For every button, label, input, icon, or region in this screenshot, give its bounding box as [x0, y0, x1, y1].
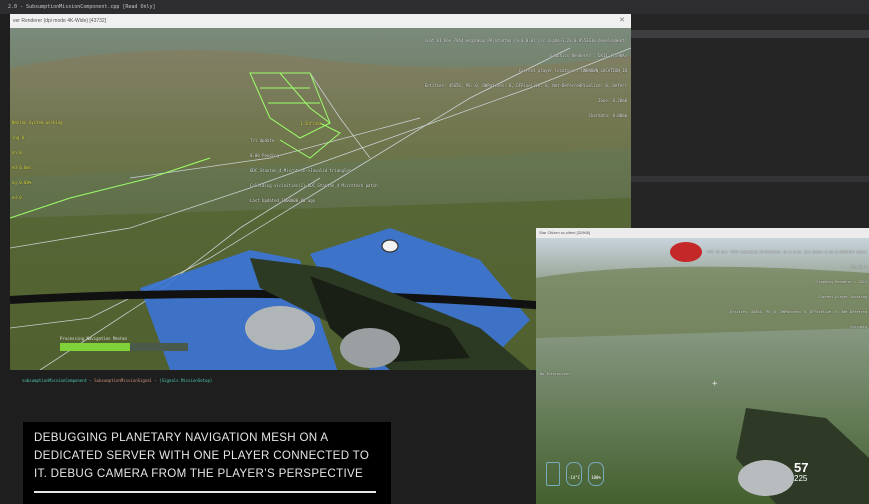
hud-line: Current player location : UNKNOWN_LOCATI… — [518, 68, 627, 73]
hud-line: Cont AI Dev 7VA4 enginmap PU(Stanton (9.… — [424, 38, 627, 43]
hud-line: Graphics Renderer : DX11 (7598A) — [549, 53, 627, 58]
hud-line: ODC_Stanton_4_Microtech->Invalid triangl… — [250, 168, 352, 173]
code-token-signal: SubsumptionMissionSignal — [94, 378, 153, 383]
hud-line: Zone: 0.20mb — [598, 98, 627, 103]
close-icon[interactable]: ✕ — [619, 14, 625, 28]
navmesh-progress: Processing Navigation Meshes — [60, 336, 188, 351]
hud-line: FPS 36.8 — [850, 265, 867, 269]
hud-line: ed 0.0ms — [12, 165, 32, 170]
ammo-count: 57 — [794, 460, 809, 475]
hud-line: nn 0 — [12, 150, 22, 155]
progress-label: Processing Navigation Meshes — [60, 336, 128, 341]
server-hud-stats: Cont AI Dev 7VA4 enginmap PU(Stanton (9.… — [425, 28, 627, 128]
game-client-window[interactable]: Star Citizen sc-client [32968] + PTS 42-… — [536, 228, 869, 504]
progress-track — [60, 343, 188, 351]
navigation-status: Nation System working ing 0 nn 0 ed 0.0m… — [12, 110, 63, 210]
progress-fill — [60, 343, 131, 351]
code-token-arg: (Signals.MissionSetup) — [159, 378, 213, 383]
server-window-title: ver Renderer (dpi mode 4K-Wide) [43732] — [13, 18, 107, 24]
player-status-bar: -14°C 100% — [546, 462, 604, 486]
caption-rule — [34, 491, 376, 493]
hud-line: Chardata: 0.00mb — [588, 113, 627, 118]
player-status-icon — [546, 462, 560, 486]
temperature-value: -14°C — [567, 475, 581, 480]
client-window-title-bar[interactable]: Star Citizen sc-client [32968] — [536, 228, 869, 238]
oxygen-icon: -14°C — [566, 462, 582, 486]
hud-line: Colliding vicinities(1) ODC_Stanton_4 Mi… — [250, 183, 378, 188]
ide-title: 2.0 - SubsumptionMissionComponent.cpp [R… — [8, 4, 156, 10]
code-token-type: subsumptionMissionComponent — [22, 378, 88, 383]
interaction-label: No Interaction — [540, 372, 570, 376]
ide-divider — [631, 176, 869, 182]
waypoint-marker — [381, 239, 399, 253]
ide-toolbar — [631, 30, 869, 38]
hud-line: 0.00 Pending — [250, 153, 279, 158]
navmesh-debug-info: Tri Update 0.00 Pending ODC_Stanton_4_Mi… — [250, 128, 378, 213]
inflate-label: 1 Inflate — [300, 121, 322, 126]
hud-line: Chardata — [850, 325, 867, 329]
hud-line: Entities: 45656, PS: 0, DWPatches: 0, DF… — [424, 83, 627, 88]
hud-line: Last Updated 1000000.00 ago — [250, 198, 316, 203]
server-window-title-bar[interactable]: ver Renderer (dpi mode 4K-Wide) [43732] … — [10, 14, 631, 28]
ammo-reserve: 225 — [794, 474, 808, 483]
hud-line: PTS 42-Dev 7VA4 enginmap PU(Stanton (9.0… — [706, 250, 867, 254]
hud-line: ng 0.00% — [12, 180, 32, 185]
hud-line: Graphics Renderer : DX11 — [816, 280, 867, 284]
client-hud-stats: PTS 42-Dev 7VA4 enginmap PU(Stanton (9.0… — [707, 240, 867, 340]
hud-line: Nation System working — [12, 120, 63, 125]
ide-side-panel — [631, 14, 869, 228]
health-icon: 100% — [588, 462, 604, 486]
health-value: 100% — [591, 475, 601, 480]
code-line: subsumptionMissionComponent · Subsumptio… — [22, 378, 213, 383]
crosshair-icon: + — [712, 379, 718, 389]
client-window-title: Star Citizen sc-client [32968] — [539, 230, 590, 235]
hud-line: Entities: 45654, PS: 0, DWPatches: 0, DF… — [730, 310, 867, 314]
hud-line: ed 0 — [12, 195, 22, 200]
hud-line: Current player location — [818, 295, 867, 299]
hud-line: ing 0 — [12, 135, 25, 140]
ide-title-bar: 2.0 - SubsumptionMissionComponent.cpp [R… — [0, 0, 869, 14]
sun-marker — [670, 242, 702, 262]
hud-line: Tri Update — [250, 138, 275, 143]
caption-box: Debugging planetary navigation mesh on a… — [23, 422, 391, 504]
caption-text: Debugging planetary navigation mesh on a… — [34, 431, 370, 480]
